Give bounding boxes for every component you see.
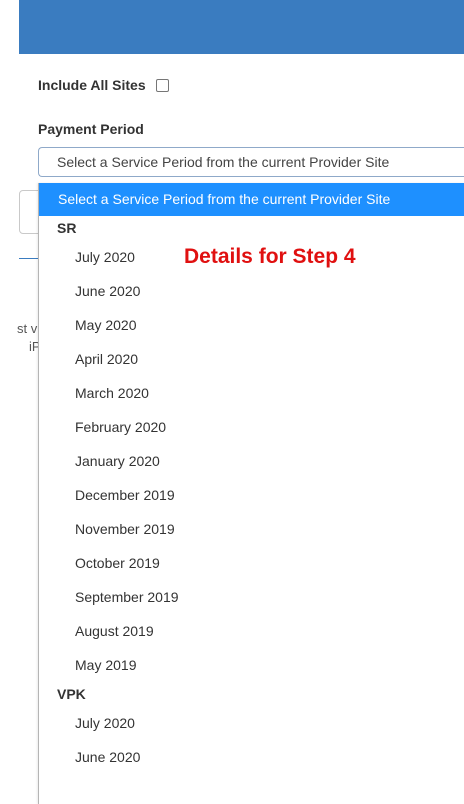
step-annotation: Details for Step 4: [184, 245, 356, 268]
dropdown-option-selected[interactable]: Select a Service Period from the current…: [39, 183, 464, 216]
dropdown-option[interactable]: January 2020: [39, 444, 464, 478]
dropdown-option[interactable]: September 2019: [39, 580, 464, 614]
dropdown-option[interactable]: May 2020: [39, 308, 464, 342]
dropdown-option[interactable]: April 2020: [39, 342, 464, 376]
header-bar: [19, 0, 464, 54]
optgroup-sr: SR: [57, 220, 77, 236]
payment-period-label: Payment Period: [38, 121, 144, 137]
include-all-sites-label: Include All Sites: [38, 77, 146, 93]
dropdown-option[interactable]: June 2020: [39, 274, 464, 308]
include-all-sites-row: Include All Sites: [38, 75, 169, 95]
dropdown-option[interactable]: March 2020: [39, 376, 464, 410]
include-all-sites-checkbox[interactable]: [155, 78, 169, 92]
optgroup-vpk: VPK: [57, 686, 86, 702]
dropdown-option[interactable]: August 2019: [39, 614, 464, 648]
payment-period-select[interactable]: Select a Service Period from the current…: [38, 147, 464, 177]
payment-period-dropdown: Select a Service Period from the current…: [38, 183, 464, 804]
dropdown-option[interactable]: July 2020: [39, 706, 464, 740]
background-divider: [19, 258, 39, 259]
dropdown-option[interactable]: November 2019: [39, 512, 464, 546]
background-partial-text: st v: [17, 321, 38, 336]
dropdown-option[interactable]: February 2020: [39, 410, 464, 444]
dropdown-option[interactable]: December 2019: [39, 478, 464, 512]
dropdown-option[interactable]: October 2019: [39, 546, 464, 580]
dropdown-option[interactable]: May 2019: [39, 648, 464, 682]
dropdown-option[interactable]: June 2020: [39, 740, 464, 774]
